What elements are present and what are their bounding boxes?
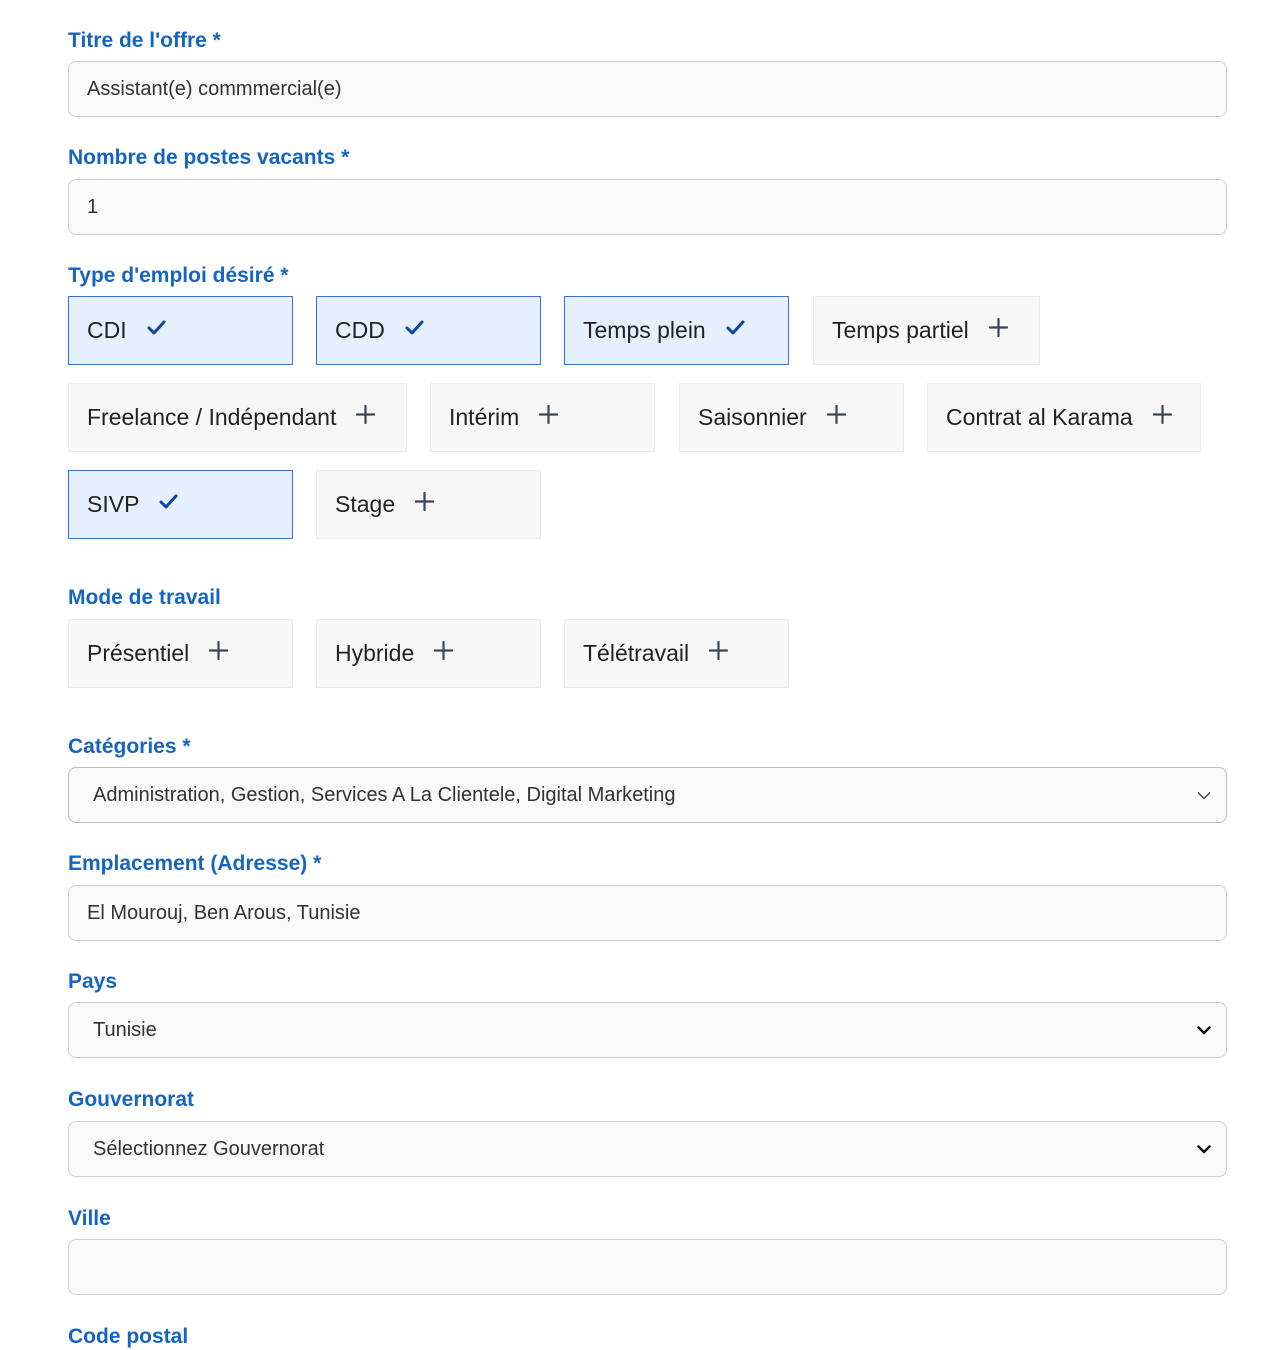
vacancies-label: Nombre de postes vacants *: [68, 146, 350, 169]
plus-icon: [539, 405, 559, 424]
plus-icon: [988, 318, 1008, 337]
job-type-option-temps-partiel[interactable]: Temps partiel: [813, 296, 1040, 365]
job-type-option-stage[interactable]: Stage: [316, 470, 541, 539]
governorate-label: Gouvernorat: [68, 1088, 195, 1111]
check-icon: [159, 494, 178, 509]
work-mode-option-presentiel[interactable]: Présentiel: [68, 619, 293, 688]
job-type-option-freelance[interactable]: Freelance / Indépendant: [68, 383, 407, 452]
city-input[interactable]: [68, 1239, 1227, 1295]
plus-icon: [1152, 405, 1172, 424]
plus-icon: [709, 641, 729, 660]
plus-icon: [209, 641, 229, 660]
chip-label: Télétravail: [583, 640, 690, 666]
job-type-option-cdd[interactable]: CDD: [316, 296, 541, 365]
chip-label: Intérim: [449, 404, 520, 430]
title-label: Titre de l'offre *: [68, 29, 221, 52]
chip-label: Freelance / Indépendant: [87, 404, 337, 430]
categories-label: Catégories *: [68, 735, 191, 758]
categories-value: Administration, Gestion, Services A La C…: [93, 783, 676, 806]
postal-code-label: Code postal: [68, 1325, 189, 1348]
chip-label: Hybride: [335, 640, 415, 666]
chip-label: SIVP: [87, 491, 140, 517]
address-input[interactable]: El Mourouj, Ben Arous, Tunisie: [68, 885, 1227, 941]
chip-label: Contrat al Karama: [946, 404, 1133, 430]
chip-label: Temps plein: [583, 317, 706, 343]
chip-label: Stage: [335, 491, 396, 517]
governorate-select[interactable]: Sélectionnez Gouvernorat: [68, 1121, 1227, 1177]
chip-label: Saisonnier: [698, 404, 807, 430]
country-value: Tunisie: [93, 1018, 157, 1041]
chevron-down-icon: [1194, 785, 1214, 805]
country-label: Pays: [68, 970, 118, 993]
work-mode-label: Mode de travail: [68, 586, 221, 609]
work-mode-option-teletravail[interactable]: Télétravail: [564, 619, 789, 688]
governorate-value: Sélectionnez Gouvernorat: [93, 1137, 325, 1160]
job-type-option-interim[interactable]: Intérim: [430, 383, 655, 452]
vacancies-input[interactable]: 1: [68, 179, 1227, 235]
work-mode-option-hybride[interactable]: Hybride: [316, 619, 541, 688]
categories-select[interactable]: Administration, Gestion, Services A La C…: [68, 767, 1227, 823]
chip-label: CDD: [335, 317, 385, 343]
check-icon: [726, 320, 745, 335]
job-type-option-sivp[interactable]: SIVP: [68, 470, 293, 539]
chip-label: CDI: [87, 317, 127, 343]
title-input[interactable]: Assistant(e) commmercial(e): [68, 61, 1227, 117]
job-type-option-temps-plein[interactable]: Temps plein: [564, 296, 789, 365]
chevron-down-icon: [1194, 1139, 1214, 1159]
job-type-label: Type d'emploi désiré *: [68, 264, 289, 287]
check-icon: [147, 320, 166, 335]
chevron-down-icon: [1194, 1020, 1214, 1040]
job-type-option-contrat-al-karama[interactable]: Contrat al Karama: [927, 383, 1201, 452]
plus-icon: [415, 492, 435, 511]
chip-label: Présentiel: [87, 640, 190, 666]
plus-icon: [356, 405, 376, 424]
job-type-option-cdi[interactable]: CDI: [68, 296, 293, 365]
check-icon: [405, 320, 424, 335]
job-type-option-saisonnier[interactable]: Saisonnier: [679, 383, 904, 452]
city-label: Ville: [68, 1207, 111, 1230]
address-label: Emplacement (Adresse) *: [68, 852, 322, 875]
country-select[interactable]: Tunisie: [68, 1002, 1227, 1058]
plus-icon: [434, 641, 454, 660]
plus-icon: [826, 405, 846, 424]
chip-label: Temps partiel: [832, 317, 969, 343]
